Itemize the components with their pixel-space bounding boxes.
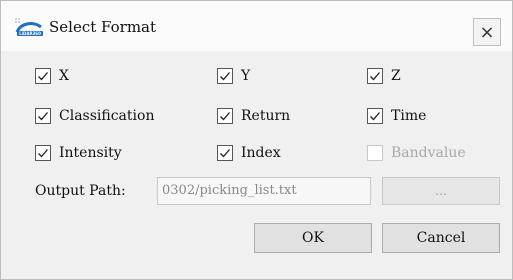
checkbox-time[interactable]: Time (367, 107, 426, 125)
checkbox-intensity[interactable]: Intensity (35, 144, 122, 162)
output-path-field: 0302/picking_list.txt (157, 177, 371, 205)
checkbox-box[interactable] (217, 145, 233, 161)
checkbox-x[interactable]: X (35, 67, 69, 85)
cancel-button[interactable]: Cancel (382, 223, 500, 253)
checkbox-label: Bandvalue (391, 145, 466, 161)
checkbox-box (367, 145, 383, 161)
checkbox-return[interactable]: Return (217, 107, 290, 125)
ok-button[interactable]: OK (254, 223, 372, 253)
checkbox-index[interactable]: Index (217, 144, 281, 162)
checkbox-box[interactable] (217, 68, 233, 84)
checkbox-y[interactable]: Y (217, 67, 250, 85)
checkbox-box[interactable] (367, 68, 383, 84)
checkbox-label: Time (391, 108, 427, 124)
svg-text:LiDAR360: LiDAR360 (19, 31, 41, 36)
checkbox-label: Y (241, 68, 251, 84)
output-path-label: Output Path: (35, 183, 126, 199)
close-button[interactable]: × (473, 18, 501, 46)
browse-button: ... (382, 177, 500, 205)
checkbox-box[interactable] (35, 145, 51, 161)
checkbox-label: Z (391, 68, 401, 84)
checkbox-label: Intensity (59, 145, 122, 161)
checkbox-box[interactable] (367, 108, 383, 124)
checkbox-label: Return (241, 108, 291, 124)
checkbox-label: X (59, 68, 69, 84)
checkbox-box[interactable] (35, 68, 51, 84)
checkbox-box[interactable] (35, 108, 51, 124)
checkbox-bandvalue: Bandvalue (367, 144, 466, 162)
select-format-dialog: LiDAR360 Select Format × X Y Z Classific… (0, 0, 513, 280)
checkbox-classification[interactable]: Classification (35, 107, 154, 125)
checkbox-z[interactable]: Z (367, 67, 401, 85)
checkbox-label: Index (241, 145, 281, 161)
dialog-title: Select Format (49, 18, 157, 36)
app-logo-icon: LiDAR360 (15, 18, 43, 36)
checkbox-box[interactable] (217, 108, 233, 124)
title-bar: LiDAR360 Select Format × (1, 1, 512, 51)
close-icon: × (479, 21, 495, 43)
checkbox-label: Classification (59, 108, 155, 124)
